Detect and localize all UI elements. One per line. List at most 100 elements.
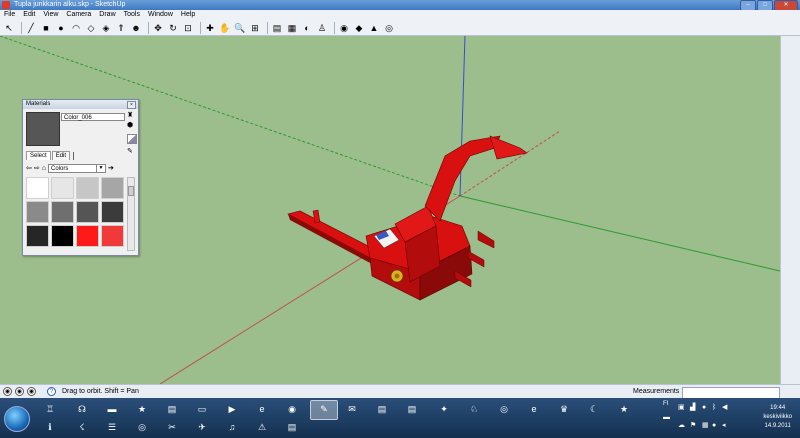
user-icon[interactable]: ◉ bbox=[27, 387, 36, 396]
material-swatch[interactable] bbox=[26, 201, 49, 223]
material-swatch[interactable] bbox=[101, 201, 124, 223]
move-icon[interactable]: ✥ bbox=[152, 22, 164, 34]
styles-icon[interactable]: ◐ bbox=[301, 22, 313, 34]
warehouse-icon[interactable]: ◎ bbox=[383, 22, 395, 34]
menu-edit[interactable]: Edit bbox=[19, 10, 39, 20]
menu-draw[interactable]: Draw bbox=[95, 10, 119, 20]
materials-title-bar[interactable]: Materials × bbox=[23, 100, 138, 109]
taskbar-doc3-icon[interactable]: ▤ bbox=[404, 401, 420, 417]
taskbar-app-23-icon[interactable]: ♘ bbox=[466, 401, 482, 417]
taskbar-app-26-icon[interactable]: ♛ bbox=[556, 401, 572, 417]
back-arrow-icon[interactable]: ⇦ bbox=[26, 164, 32, 172]
push-pull-icon[interactable]: ⇑ bbox=[115, 22, 127, 34]
taskbar-app-4-icon[interactable]: ☇ bbox=[74, 419, 90, 435]
material-swatch[interactable] bbox=[51, 177, 74, 199]
taskbar-app-10-icon[interactable]: ✂ bbox=[164, 419, 180, 435]
look-around-icon[interactable]: ◉ bbox=[338, 22, 350, 34]
material-name-field[interactable]: Color_006 bbox=[61, 113, 125, 121]
material-preview[interactable] bbox=[26, 112, 60, 146]
sandbox-icon[interactable]: ▲ bbox=[368, 22, 380, 34]
taskbar-app-27-icon[interactable]: ☾ bbox=[586, 401, 602, 417]
taskbar-app-7-icon[interactable]: ★ bbox=[134, 401, 150, 417]
sample-paint-icon[interactable]: ✎ bbox=[127, 148, 133, 156]
material-swatch[interactable] bbox=[76, 225, 99, 247]
clock[interactable]: 19:44 keskiviikko 14.9.2011 bbox=[763, 404, 792, 431]
section-icon[interactable]: ▤ bbox=[271, 22, 283, 34]
pencil-icon[interactable]: ╱ bbox=[25, 22, 37, 34]
swatch-scrollbar[interactable] bbox=[127, 177, 135, 251]
details-arrow-icon[interactable]: ➔ bbox=[108, 164, 114, 172]
menu-file[interactable]: File bbox=[0, 10, 19, 20]
rotate-icon[interactable]: ↻ bbox=[167, 22, 179, 34]
volume-icon[interactable]: ◀ bbox=[722, 404, 727, 412]
material-swatch[interactable] bbox=[51, 201, 74, 223]
material-swatch[interactable] bbox=[76, 177, 99, 199]
taskbar-mail-icon[interactable]: ✉ bbox=[344, 401, 360, 417]
chevron-down-icon[interactable]: ▼ bbox=[95, 164, 105, 172]
offset-icon[interactable]: ⊡ bbox=[182, 22, 194, 34]
collection-dropdown[interactable]: Colors ▼ bbox=[47, 163, 106, 173]
menu-camera[interactable]: Camera bbox=[62, 10, 95, 20]
material-swatch[interactable] bbox=[26, 225, 49, 247]
material-swatch[interactable] bbox=[51, 225, 74, 247]
follow-me-icon[interactable]: ☻ bbox=[130, 22, 142, 34]
swatch-scroll-thumb[interactable] bbox=[128, 186, 134, 196]
viewport-scrollbar[interactable] bbox=[780, 36, 800, 384]
keyboard-icon[interactable]: ▬ bbox=[663, 414, 670, 422]
taskbar-app-5-icon[interactable]: ▬ bbox=[104, 401, 120, 417]
red-machine-model[interactable] bbox=[287, 135, 528, 301]
geo-location-icon[interactable]: ◉ bbox=[3, 387, 12, 396]
taskbar-chrome-icon[interactable]: ◉ bbox=[284, 401, 300, 417]
circle-icon[interactable]: ● bbox=[55, 22, 67, 34]
create-material-icon[interactable]: ♜ bbox=[127, 112, 133, 120]
default-material-icon[interactable]: ⬢ bbox=[127, 122, 133, 130]
tray-app5-icon[interactable]: ● bbox=[712, 422, 716, 430]
taskbar-doc2-icon[interactable]: ▤ bbox=[374, 401, 390, 417]
taskbar-app-6-icon[interactable]: ☰ bbox=[104, 419, 120, 435]
menu-tools[interactable]: Tools bbox=[120, 10, 144, 20]
select-icon[interactable]: ↖ bbox=[3, 22, 15, 34]
materials-close-button[interactable]: × bbox=[127, 101, 136, 109]
home-icon[interactable]: ⌂ bbox=[42, 165, 46, 172]
taskbar-sketchup-active-icon[interactable]: ✎ bbox=[310, 400, 338, 420]
paint-bucket-icon[interactable]: ◈ bbox=[100, 22, 112, 34]
tray-app-icon[interactable]: ▣ bbox=[678, 404, 685, 412]
language-indicator[interactable]: FI bbox=[663, 401, 668, 407]
taskbar-folder-icon[interactable]: ▭ bbox=[194, 401, 210, 417]
layers-icon[interactable]: ◆ bbox=[353, 22, 365, 34]
tab-edit[interactable]: Edit bbox=[51, 151, 71, 160]
sketchup-app-icon[interactable] bbox=[2, 1, 10, 9]
rectangle-icon[interactable]: ■ bbox=[40, 22, 52, 34]
taskbar-app-14-icon[interactable]: ♫ bbox=[224, 419, 240, 435]
forward-arrow-icon[interactable]: ⇨ bbox=[34, 164, 40, 172]
help-icon[interactable]: ? bbox=[47, 387, 56, 396]
material-swatch[interactable] bbox=[101, 177, 124, 199]
network-icon[interactable]: ▟ bbox=[690, 404, 695, 412]
menu-help[interactable]: Help bbox=[177, 10, 199, 20]
material-swatch[interactable] bbox=[76, 201, 99, 223]
taskbar-app-12-icon[interactable]: ✈ bbox=[194, 419, 210, 435]
speaker-icon[interactable]: ◂ bbox=[722, 422, 726, 430]
pan-icon[interactable]: ✋ bbox=[219, 22, 231, 34]
start-button[interactable] bbox=[4, 406, 30, 432]
components-icon[interactable]: ▦ bbox=[286, 22, 298, 34]
zoom-extents-icon[interactable]: ⊞ bbox=[249, 22, 261, 34]
taskbar-app-9-icon[interactable]: ▤ bbox=[164, 401, 180, 417]
credits-icon[interactable]: ◉ bbox=[15, 387, 24, 396]
tab-select[interactable]: Select bbox=[26, 151, 51, 160]
menu-window[interactable]: Window bbox=[144, 10, 177, 20]
menu-view[interactable]: View bbox=[39, 10, 62, 20]
taskbar-app-1-icon[interactable]: ♖ bbox=[42, 401, 58, 417]
tray-app3-icon[interactable]: ☁ bbox=[678, 422, 685, 430]
taskbar-doc-icon[interactable]: ▤ bbox=[284, 419, 300, 435]
taskbar-ie-icon[interactable]: e bbox=[254, 401, 270, 417]
taskbar-app-2-icon[interactable]: ℹ bbox=[42, 419, 58, 435]
zoom-icon[interactable]: 🔍 bbox=[234, 22, 246, 34]
taskbar-app-8-icon[interactable]: ◎ bbox=[134, 419, 150, 435]
taskbar-app-28-icon[interactable]: ★ bbox=[616, 401, 632, 417]
tray-app4-icon[interactable]: ▦ bbox=[702, 422, 709, 430]
tray-app2-icon[interactable]: ● bbox=[702, 404, 706, 412]
taskbar-app-24-icon[interactable]: ◎ bbox=[496, 401, 512, 417]
taskbar-pdf-icon[interactable]: ⚠ bbox=[254, 419, 270, 435]
taskbar-app-22-icon[interactable]: ✦ bbox=[436, 401, 452, 417]
